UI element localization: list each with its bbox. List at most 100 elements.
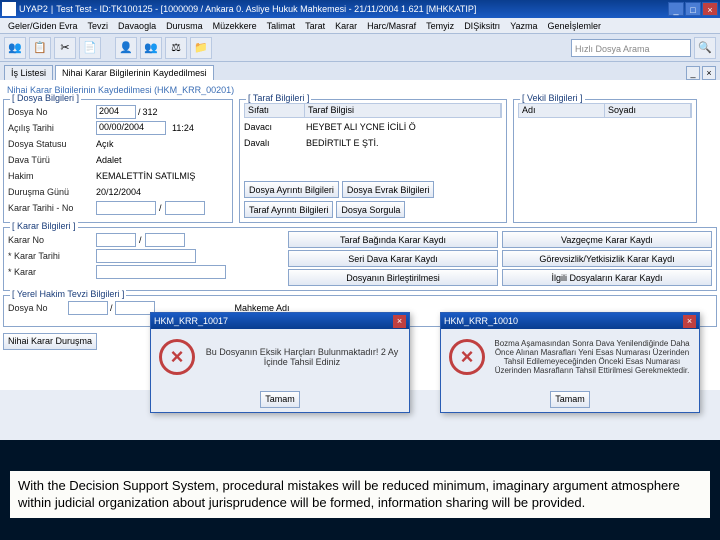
decision-date-label: * Karar Tarihi [8, 251, 96, 261]
withdraw-decision-button[interactable]: Vazgeçme Karar Kaydı [502, 231, 712, 248]
col-surname: Soyadı [605, 104, 691, 117]
file-detail-button[interactable]: Dosya Ayrıntı Bilgileri [244, 181, 339, 198]
serial-case-button[interactable]: Seri Dava Karar Kaydı [288, 250, 498, 267]
toolbar-button[interactable]: 📁 [190, 37, 212, 59]
decision-date-no-label: Karar Tarihi - No [8, 203, 96, 213]
tevzi-file-no-1[interactable] [68, 301, 108, 315]
tevzi-file-no-label: Dosya No [8, 303, 68, 313]
tab-close-button[interactable]: × [702, 66, 716, 80]
file-docs-button[interactable]: Dosya Evrak Bilgileri [342, 181, 435, 198]
toolbar-button[interactable]: ⚖ [165, 37, 187, 59]
file-query-button[interactable]: Dosya Sorgula [336, 201, 405, 218]
case-type-label: Dava Türü [8, 155, 96, 165]
open-date-input[interactable]: 00/00/2004 [96, 121, 166, 135]
menu-item[interactable]: Tarat [301, 21, 329, 31]
tab-final-decision[interactable]: Nihai Karar Bilgilerinin Kaydedilmesi [55, 65, 214, 80]
document-tabs: İş Listesi Nihai Karar Bilgilerinin Kayd… [0, 62, 720, 80]
toolbar-button[interactable]: 👥 [4, 37, 26, 59]
final-decision-hearing-button[interactable]: Nihai Karar Duruşma [3, 333, 97, 350]
col-role: Sıfatı [245, 104, 305, 117]
menu-item[interactable]: Geneİşlemler [544, 21, 606, 31]
minimize-button[interactable]: _ [668, 2, 684, 16]
toolbar-button[interactable]: 📄 [79, 37, 101, 59]
decision-no-field2[interactable] [145, 233, 185, 247]
party-detail-button[interactable]: Taraf Ayrıntı Bilgileri [244, 201, 333, 218]
decision-no-field[interactable] [96, 233, 136, 247]
col-name: Adı [519, 104, 605, 117]
file-no-label: Dosya No [8, 107, 96, 117]
legend: [ Vekil Bilgileri ] [520, 93, 585, 103]
legend: [ Karar Bilgileri ] [10, 221, 78, 231]
toolbar-button[interactable]: 👥 [140, 37, 162, 59]
toolbar-button[interactable]: 📋 [29, 37, 51, 59]
menu-item[interactable]: Durusma [162, 21, 207, 31]
menu-item[interactable]: Temyiz [422, 21, 458, 31]
dialog-close-button[interactable]: × [393, 315, 406, 328]
warning-dialog-2: HKM_KRR_10010× ×Bozma Aşamasından Sonra … [440, 312, 700, 413]
decision-no-label: Karar No [8, 235, 96, 245]
judge-label: Hakim [8, 171, 96, 181]
decision-date-input[interactable] [96, 201, 156, 215]
decision-no-input[interactable] [165, 201, 205, 215]
maximize-button[interactable]: □ [685, 2, 701, 16]
hearing-date-value: 20/12/2004 [96, 187, 228, 197]
decision-select[interactable] [96, 265, 226, 279]
tab-min-button[interactable]: _ [686, 66, 700, 80]
menu-item[interactable]: Geler/Giden Evra [4, 21, 82, 31]
open-date-label: Açılış Tarihi [8, 123, 96, 133]
dialog-close-button[interactable]: × [683, 315, 696, 328]
menu-item[interactable]: Tevzi [84, 21, 113, 31]
status-value: Açık [96, 139, 228, 149]
party-table-header: Sıfatı Taraf Bilgisi [244, 103, 502, 118]
court-name-label: Mahkeme Adı [235, 303, 290, 313]
status-label: Dosya Statusu [8, 139, 96, 149]
party-info-fieldset: [ Taraf Bilgileri ] Sıfatı Taraf Bilgisi… [239, 99, 507, 223]
tab-work-list[interactable]: İş Listesi [4, 65, 53, 80]
decision-fieldset: [ Karar Bilgileri ] Karar No/ * Karar Ta… [3, 227, 717, 291]
menu-item[interactable]: Davaogla [114, 21, 160, 31]
ok-button[interactable]: Tamam [260, 391, 300, 408]
case-type-value: Adalet [96, 155, 228, 165]
party-name: HEYBET ALI YCNE İCİLİ Ö [306, 122, 502, 132]
party-name: BEDİRTILT E ŞTİ. [306, 138, 502, 148]
col-info: Taraf Bilgisi [305, 104, 501, 117]
content-area: Nihai Karar Bilgilerinin Kaydedilmesi (H… [0, 80, 720, 390]
dialog-message: Bu Dosyanın Eksik Harçları Bulunmaktadır… [203, 347, 401, 367]
menu-item[interactable]: Karar [331, 21, 361, 31]
menu-item[interactable]: Yazma [506, 21, 541, 31]
quick-search-input[interactable]: Hızlı Dosya Arama [571, 39, 691, 57]
search-button[interactable]: 🔍 [694, 37, 716, 59]
legend: [ Dosya Bilgileri ] [10, 93, 81, 103]
file-info-fieldset: [ Dosya Bilgileri ] Dosya No 2004 / 312 … [3, 99, 233, 223]
dialog-title: HKM_KRR_10017 [154, 316, 228, 326]
menu-item[interactable]: Müzekkere [209, 21, 261, 31]
toolbar: 👥 📋 ✂ 📄 👤 👥 ⚖ 📁 Hızlı Dosya Arama 🔍 [0, 34, 720, 62]
menubar: Geler/Giden Evra Tevzi Davaogla Durusma … [0, 18, 720, 34]
app-name: UYAP2 [19, 4, 48, 14]
dialog-message: Bozma Aşamasından Sonra Dava Yenilendiği… [493, 339, 691, 375]
panel-title: Nihai Karar Bilgilerinin Kaydedilmesi (H… [7, 85, 717, 95]
party-decision-button[interactable]: Taraf Bağında Karar Kaydı [288, 231, 498, 248]
legend: [ Yerel Hakim Tevzi Bilgileri ] [10, 289, 126, 299]
decision-date-field[interactable] [96, 249, 196, 263]
warning-dialog-1: HKM_KRR_10017 × × Bu Dosyanın Eksik Harçla… [150, 312, 410, 413]
toolbar-button[interactable]: 👤 [115, 37, 137, 59]
judge-value: KEMALETTİN SATILMIŞ [96, 171, 228, 181]
error-icon: × [449, 339, 485, 375]
ok-button[interactable]: Tamam [550, 391, 590, 408]
menu-item[interactable]: DIŞiksitrı [460, 21, 504, 31]
menu-item[interactable]: Harc/Masraf [363, 21, 420, 31]
merge-files-button[interactable]: Dosyanın Birleştirilmesi [288, 269, 498, 286]
decision-label: * Karar [8, 267, 96, 277]
file-no-year[interactable]: 2004 [96, 105, 136, 119]
menu-item[interactable]: Talimat [263, 21, 300, 31]
toolbar-button[interactable]: ✂ [54, 37, 76, 59]
close-button[interactable]: × [702, 2, 718, 16]
related-files-button[interactable]: İlgili Dosyaların Karar Kaydı [502, 269, 712, 286]
party-role: Davacı [244, 122, 306, 132]
error-icon: × [159, 339, 195, 375]
attorney-table-header: Adı Soyadı [518, 103, 692, 118]
incompetence-button[interactable]: Görevsizlik/Yetkisizlik Karar Kaydı [502, 250, 712, 267]
tevzi-file-no-2[interactable] [115, 301, 155, 315]
hearing-date-label: Duruşma Günü [8, 187, 96, 197]
